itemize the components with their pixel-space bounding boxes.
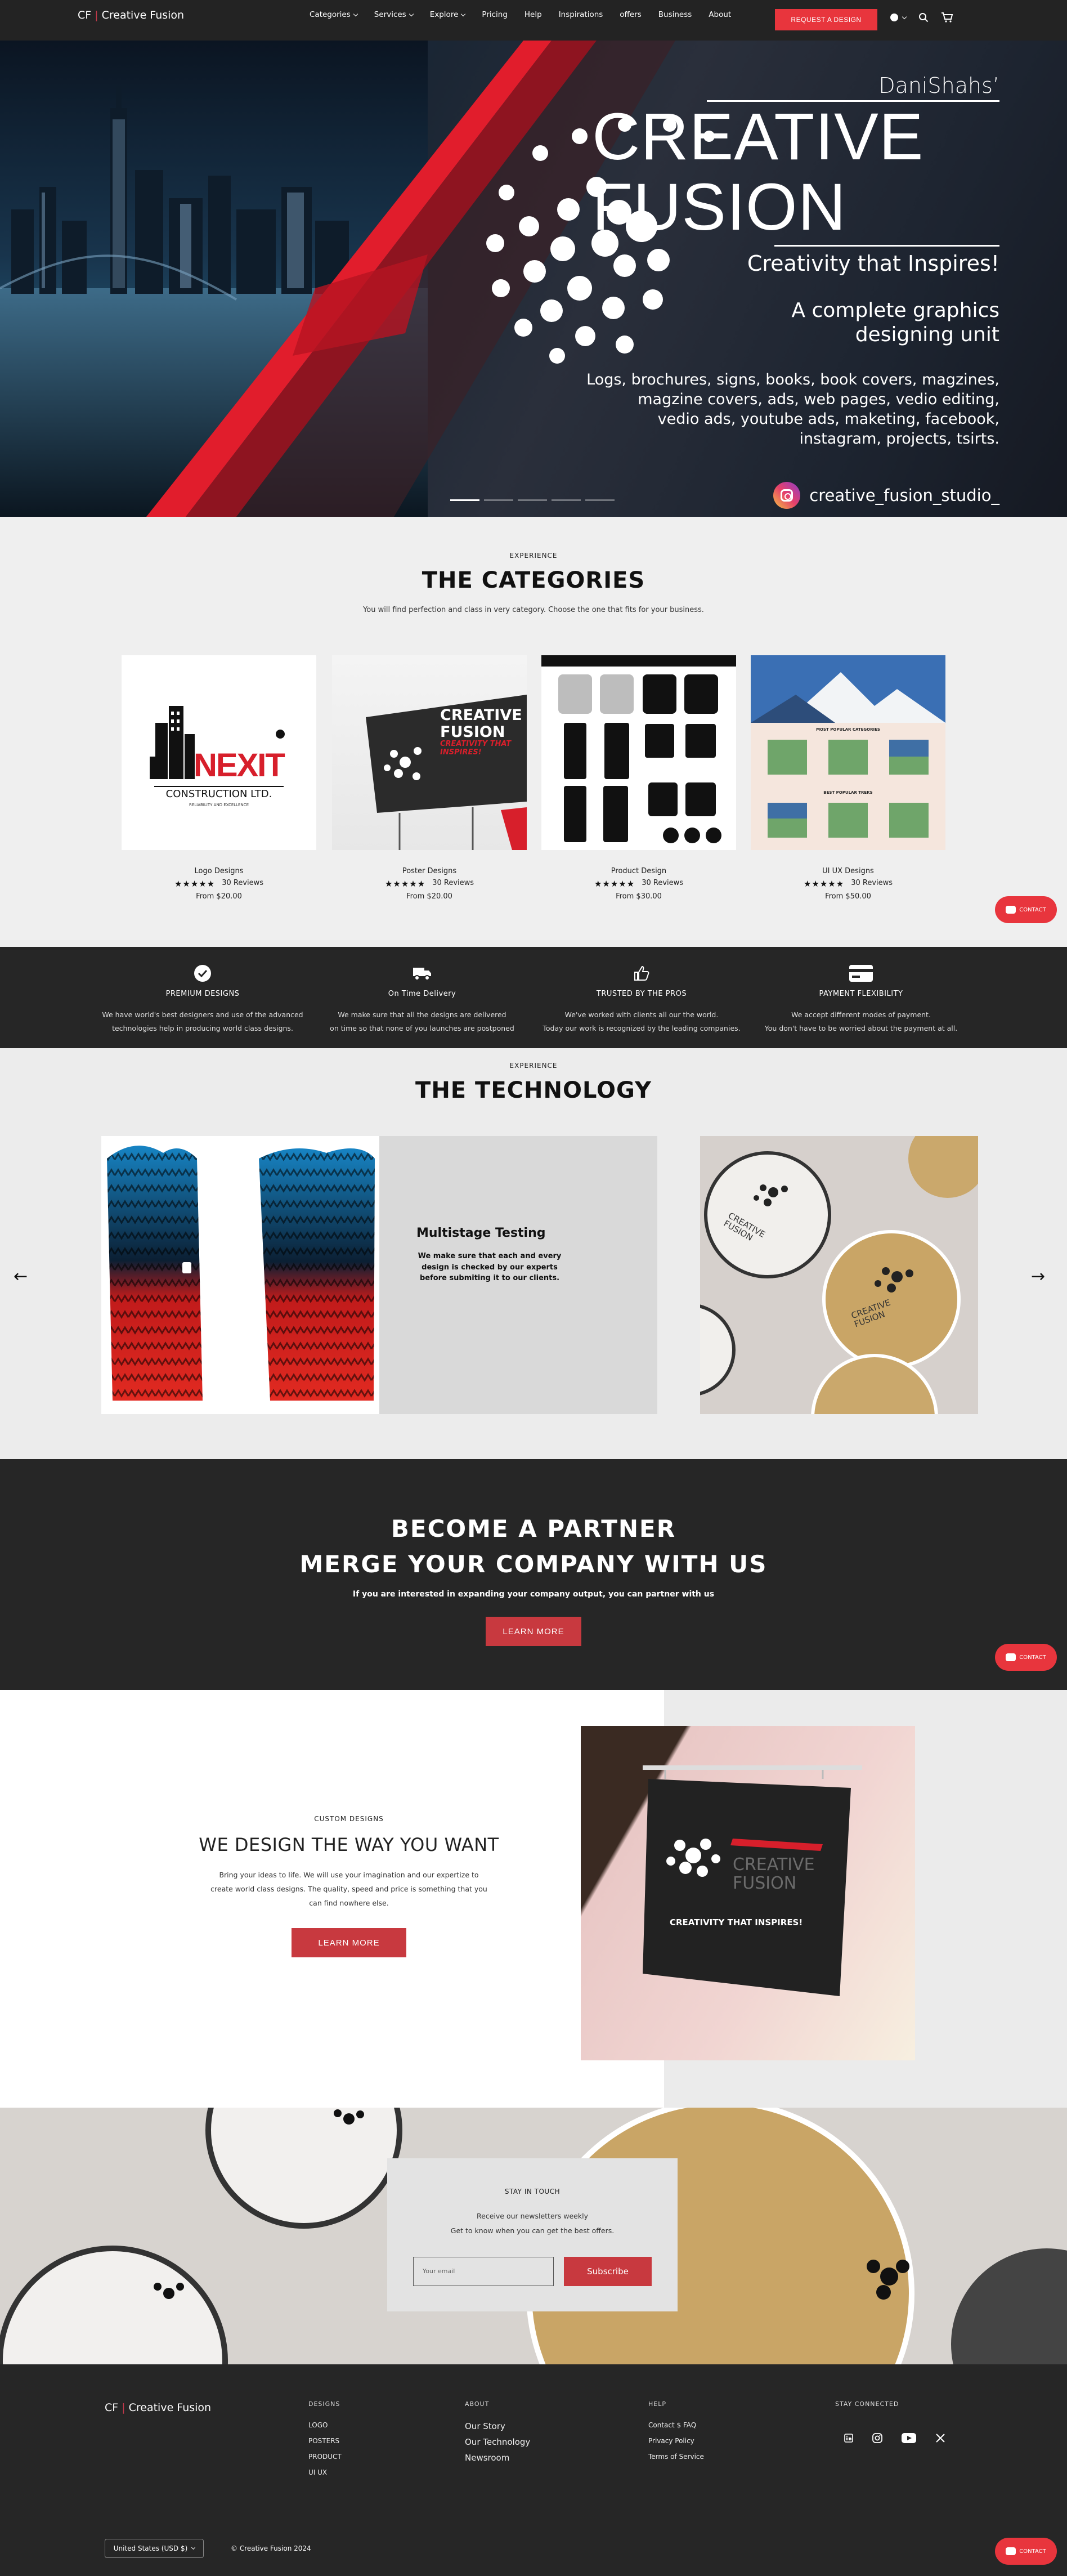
nav-about[interactable]: About: [709, 10, 731, 19]
chevron-down-icon: [902, 14, 907, 19]
chat-icon: [1006, 2547, 1016, 2555]
contact-float-button[interactable]: CONTACT: [995, 1644, 1057, 1671]
nav-help[interactable]: Help: [524, 10, 542, 19]
globe-icon: [890, 14, 898, 21]
brand-short: CF: [78, 9, 92, 21]
brand-logo[interactable]: CF | Creative Fusion: [78, 9, 184, 21]
nav-explore[interactable]: Explore: [430, 10, 466, 19]
contact-float-button[interactable]: CONTACT: [995, 896, 1057, 923]
cart-icon[interactable]: [941, 12, 953, 23]
contact-label: CONTACT: [1019, 2548, 1046, 2555]
page-canvas: [0, 0, 1067, 2576]
nav-categories[interactable]: Categories: [310, 10, 358, 19]
brand-name: Creative Fusion: [101, 9, 185, 21]
nav-icons: [890, 12, 953, 23]
chat-icon: [1006, 1653, 1016, 1661]
nav-pricing[interactable]: Pricing: [482, 10, 508, 19]
nav-offers[interactable]: offers: [620, 10, 641, 19]
chevron-down-icon: [461, 11, 466, 16]
nav-inspirations[interactable]: Inspirations: [559, 10, 603, 19]
search-icon[interactable]: [918, 12, 929, 23]
contact-label: CONTACT: [1019, 906, 1046, 913]
brand-separator: |: [95, 9, 98, 21]
top-nav: CF | Creative Fusion Categories Services…: [0, 0, 1067, 41]
request-design-button[interactable]: REQUEST A DESIGN: [775, 9, 877, 30]
contact-float-button[interactable]: CONTACT: [995, 2538, 1057, 2565]
nav-business[interactable]: Business: [658, 10, 692, 19]
contact-label: CONTACT: [1019, 1654, 1046, 1661]
chat-icon: [1006, 906, 1016, 914]
language-selector[interactable]: [890, 14, 907, 21]
chevron-down-icon: [409, 11, 414, 16]
nav-services[interactable]: Services: [374, 10, 414, 19]
nav-links: Categories Services Explore Pricing Help…: [310, 10, 748, 19]
chevron-down-icon: [353, 11, 358, 16]
